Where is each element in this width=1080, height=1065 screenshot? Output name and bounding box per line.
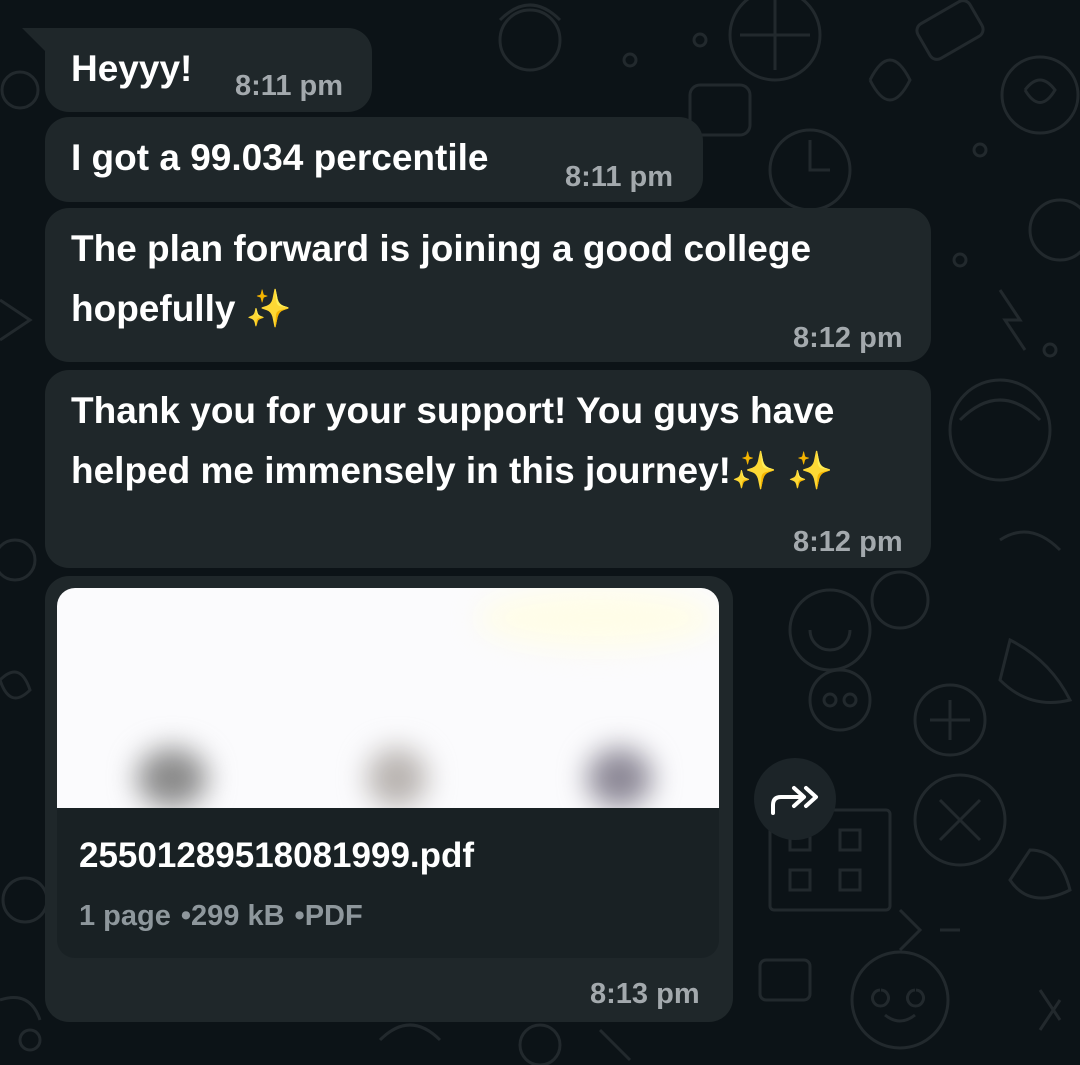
document-page-count: 1 page bbox=[79, 900, 171, 932]
document-message-bubble[interactable]: 25501289518081999.pdf 1 page •299 kB •PDF … bbox=[45, 576, 733, 1022]
message-bubble[interactable]: The plan forward is joining a good colle… bbox=[45, 208, 931, 362]
message-timestamp: 8:12 pm bbox=[793, 526, 903, 558]
forward-icon bbox=[771, 786, 818, 815]
chat-view: Heyyy! 8:11 pm I got a 99.034 percentile… bbox=[0, 0, 1080, 1065]
meta-separator: • bbox=[294, 900, 305, 932]
message-text-line: Thank you for your support! You guys hav… bbox=[71, 390, 835, 431]
sparkles-icon: ✨ bbox=[245, 288, 292, 329]
document-meta: 1 page •299 kB •PDF bbox=[79, 900, 363, 933]
message-timestamp: 8:12 pm bbox=[793, 322, 903, 354]
forward-button[interactable] bbox=[754, 758, 836, 840]
message-text-line: hopefully ✨ bbox=[71, 278, 292, 339]
sparkles-icon: ✨ ✨ bbox=[731, 450, 834, 491]
document-card[interactable]: 25501289518081999.pdf 1 page •299 kB •PDF bbox=[57, 588, 719, 958]
bubble-tail bbox=[22, 28, 46, 52]
message-text: Heyyy! bbox=[71, 48, 193, 89]
document-preview[interactable] bbox=[57, 588, 719, 808]
message-timestamp: 8:13 pm bbox=[590, 978, 700, 1010]
blurred-preview-content bbox=[137, 748, 207, 808]
message-bubble[interactable]: Heyyy! 8:11 pm bbox=[45, 28, 372, 112]
message-bubble[interactable]: Thank you for your support! You guys hav… bbox=[45, 370, 931, 568]
message-timestamp: 8:11 pm bbox=[235, 70, 343, 102]
message-timestamp: 8:11 pm bbox=[565, 161, 673, 193]
message-text: I got a 99.034 percentile bbox=[71, 137, 489, 178]
blurred-preview-content bbox=[367, 748, 427, 808]
message-text-line: helped me immensely in this journey!✨ ✨ bbox=[71, 440, 833, 501]
message-text-fragment: hopefully bbox=[71, 288, 236, 329]
blurred-preview-content bbox=[587, 748, 652, 808]
blurred-preview-content bbox=[477, 588, 717, 648]
message-text-fragment: helped me immensely in this journey! bbox=[71, 450, 732, 491]
document-type: PDF bbox=[304, 900, 363, 932]
document-filename: 25501289518081999.pdf bbox=[79, 836, 475, 875]
message-bubble[interactable]: I got a 99.034 percentile 8:11 pm bbox=[45, 117, 703, 202]
document-size: 299 kB bbox=[191, 900, 285, 932]
meta-separator: • bbox=[180, 900, 192, 932]
message-text-line: The plan forward is joining a good colle… bbox=[71, 228, 812, 269]
